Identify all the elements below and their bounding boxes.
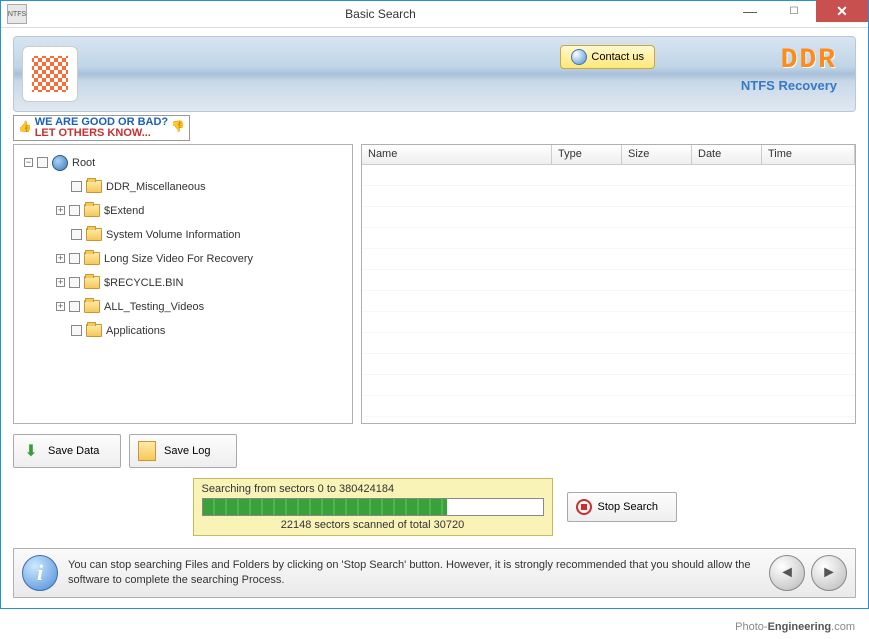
app-icon: NTFS bbox=[7, 4, 27, 24]
contact-label: Contact us bbox=[591, 51, 644, 63]
folder-icon bbox=[86, 228, 102, 241]
tree-item[interactable]: System Volume Information bbox=[20, 223, 346, 247]
thumbs-up-icon: 👍 bbox=[18, 122, 32, 133]
brand-name: DDR bbox=[741, 45, 837, 76]
log-file-icon bbox=[138, 441, 156, 461]
download-icon: ⬇ bbox=[20, 440, 42, 462]
checkbox[interactable] bbox=[37, 157, 48, 168]
stop-search-label: Stop Search bbox=[598, 501, 659, 513]
info-text: You can stop searching Files and Folders… bbox=[68, 558, 759, 588]
file-list-panel: Name Type Size Date Time bbox=[361, 144, 856, 424]
feedback-button[interactable]: 👍 WE ARE GOOD OR BAD? LET OTHERS KNOW...… bbox=[13, 115, 190, 141]
tree-label: $Extend bbox=[104, 205, 144, 217]
checkbox[interactable] bbox=[71, 229, 82, 240]
brand-subtitle: NTFS Recovery bbox=[741, 78, 837, 93]
expand-icon[interactable]: + bbox=[56, 206, 65, 215]
expand-icon[interactable]: + bbox=[56, 254, 65, 263]
tree-item[interactable]: + ALL_Testing_Videos bbox=[20, 295, 346, 319]
next-button[interactable]: ► bbox=[811, 555, 847, 591]
tree-item[interactable]: Applications bbox=[20, 319, 346, 343]
maximize-button[interactable]: ☐ bbox=[772, 0, 816, 22]
col-size[interactable]: Size bbox=[622, 145, 692, 164]
app-logo bbox=[22, 46, 78, 102]
tree-label: Applications bbox=[106, 325, 165, 337]
disk-icon bbox=[52, 155, 68, 171]
save-data-label: Save Data bbox=[48, 445, 99, 457]
folder-icon bbox=[86, 180, 102, 193]
tree-label: System Volume Information bbox=[106, 229, 241, 241]
checkbox[interactable] bbox=[71, 325, 82, 336]
col-time[interactable]: Time bbox=[762, 145, 855, 164]
app-window: NTFS Basic Search — ☐ ✕ Contact us DDR N… bbox=[0, 0, 869, 609]
brand-block: DDR NTFS Recovery bbox=[741, 45, 837, 93]
header-banner: Contact us DDR NTFS Recovery bbox=[13, 36, 856, 111]
expand-icon[interactable]: + bbox=[56, 278, 65, 287]
folder-icon bbox=[84, 300, 100, 313]
contact-us-button[interactable]: Contact us bbox=[560, 45, 655, 69]
tree-item[interactable]: + $RECYCLE.BIN bbox=[20, 271, 346, 295]
feedback-line2: LET OTHERS KNOW... bbox=[35, 127, 151, 139]
info-icon: i bbox=[22, 555, 58, 591]
titlebar: NTFS Basic Search — ☐ ✕ bbox=[1, 1, 868, 28]
collapse-icon[interactable]: − bbox=[24, 158, 33, 167]
tree-label: ALL_Testing_Videos bbox=[104, 301, 204, 313]
col-name[interactable]: Name bbox=[362, 145, 552, 164]
folder-icon bbox=[84, 252, 100, 265]
tree-label: DDR_Miscellaneous bbox=[106, 181, 206, 193]
tree-item[interactable]: DDR_Miscellaneous bbox=[20, 175, 346, 199]
folder-tree[interactable]: − Root DDR_Miscellaneous + $Extend System V… bbox=[13, 144, 353, 424]
expand-icon[interactable]: + bbox=[56, 302, 65, 311]
close-button[interactable]: ✕ bbox=[816, 0, 868, 22]
file-list-header: Name Type Size Date Time bbox=[362, 145, 855, 165]
window-title: Basic Search bbox=[33, 7, 728, 21]
file-list-body[interactable] bbox=[362, 165, 855, 423]
folder-icon bbox=[84, 276, 100, 289]
tree-root[interactable]: − Root bbox=[20, 151, 346, 175]
col-type[interactable]: Type bbox=[552, 145, 622, 164]
progress-panel: Searching from sectors 0 to 380424184 22… bbox=[193, 478, 553, 536]
folder-icon bbox=[84, 204, 100, 217]
feedback-bar: 👍 WE ARE GOOD OR BAD? LET OTHERS KNOW...… bbox=[13, 118, 856, 138]
checkbox[interactable] bbox=[69, 205, 80, 216]
progress-label: Searching from sectors 0 to 380424184 bbox=[202, 483, 544, 495]
thumbs-down-icon: 👎 bbox=[171, 122, 185, 133]
tree-label: Long Size Video For Recovery bbox=[104, 253, 253, 265]
save-data-button[interactable]: ⬇ Save Data bbox=[13, 434, 121, 468]
person-icon bbox=[571, 49, 587, 65]
tree-item[interactable]: + Long Size Video For Recovery bbox=[20, 247, 346, 271]
checkbox[interactable] bbox=[69, 253, 80, 264]
checkbox[interactable] bbox=[69, 301, 80, 312]
tree-label: Root bbox=[72, 157, 95, 169]
folder-icon bbox=[86, 324, 102, 337]
minimize-button[interactable]: — bbox=[728, 0, 772, 22]
checkbox[interactable] bbox=[69, 277, 80, 288]
progress-status: 22148 sectors scanned of total 30720 bbox=[202, 519, 544, 531]
save-log-button[interactable]: Save Log bbox=[129, 434, 237, 468]
stop-search-button[interactable]: Stop Search bbox=[567, 492, 677, 522]
stop-icon bbox=[576, 499, 592, 515]
tree-item[interactable]: + $Extend bbox=[20, 199, 346, 223]
info-bar: i You can stop searching Files and Folde… bbox=[13, 548, 856, 598]
col-date[interactable]: Date bbox=[692, 145, 762, 164]
progress-bar bbox=[202, 498, 544, 516]
footer-watermark: Photo-Engineering.com bbox=[735, 617, 855, 635]
checkbox[interactable] bbox=[71, 181, 82, 192]
prev-button[interactable]: ◄ bbox=[769, 555, 805, 591]
tree-label: $RECYCLE.BIN bbox=[104, 277, 183, 289]
save-log-label: Save Log bbox=[164, 445, 210, 457]
